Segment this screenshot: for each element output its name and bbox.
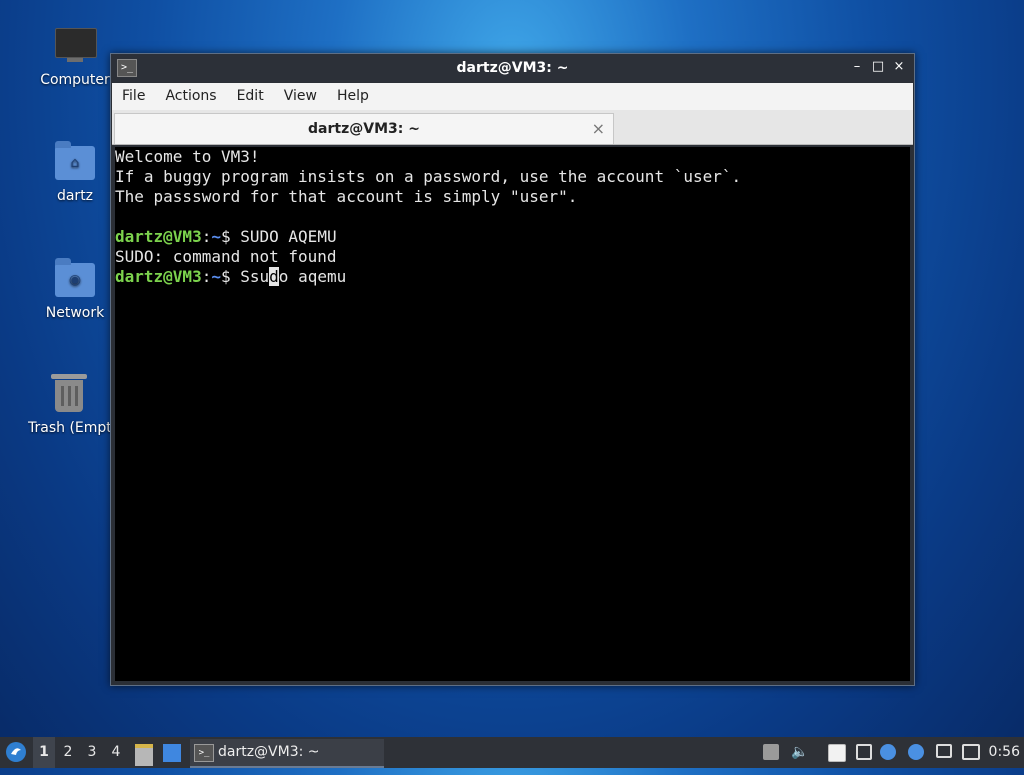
network-wired-icon[interactable] [962,744,980,760]
terminal-line: The passsword for that account is simply… [115,187,578,206]
eject-icon[interactable] [763,744,779,760]
menu-bar: File Actions Edit View Help [112,83,913,110]
file-manager-icon[interactable] [135,744,153,766]
desktop-icon-network[interactable]: ◉ Network [27,257,123,321]
terminal-window: >_ dartz@VM3: ~ – □ × File Actions Edit Vie… [110,53,915,686]
prompt-separator: : [201,267,212,286]
prompt-path: ~ [211,227,221,246]
computer-icon [53,24,97,68]
desktop-icon-label: Trash (Empty) [28,420,117,436]
menu-help[interactable]: Help [327,83,379,110]
taskbar-window-label: dartz@VM3: ~ [218,744,320,760]
start-menu-icon[interactable] [4,737,28,768]
workspace-1[interactable]: 1 [33,737,55,768]
workspace-4[interactable]: 4 [105,737,127,768]
command-text: Ssu [240,267,270,286]
menu-view[interactable]: View [274,83,327,110]
tab-label: dartz@VM3: ~ [308,121,420,137]
close-button[interactable]: × [891,59,907,75]
maximize-button[interactable]: □ [870,59,886,75]
desktop-icon-label: Computer [40,72,110,88]
text-cursor: d [269,267,279,286]
menu-actions[interactable]: Actions [155,83,226,110]
terminal-line: Welcome to VM3! [115,147,260,166]
menu-edit[interactable]: Edit [227,83,274,110]
update-notification-icon[interactable] [880,744,896,760]
taskbar: 1 2 3 4 >_ dartz@VM3: ~ 🔈 0:56 [0,737,1024,768]
tab-close-icon[interactable]: × [592,119,605,138]
menu-file[interactable]: File [112,83,155,110]
volume-icon[interactable]: 🔈 [791,744,808,760]
show-desktop-icon[interactable] [163,744,181,762]
desktop-icon-trash[interactable]: Trash (Empty) [20,372,117,436]
command-text: SUDO AQEMU [240,227,337,246]
terminal-line: If a buggy program insists on a password… [115,167,742,186]
prompt-separator: : [201,227,212,246]
prompt-path: ~ [211,267,221,286]
clipboard-icon[interactable] [828,744,846,762]
desktop-icon-computer[interactable]: Computer [27,24,123,88]
clock[interactable]: 0:56 [989,737,1020,768]
desktop-icon-label: Network [45,305,105,321]
prompt-user: dartz@VM3 [115,267,202,286]
desktop-icon-home[interactable]: ⌂ dartz [27,140,123,204]
taskbar-window-button[interactable]: >_ dartz@VM3: ~ [190,739,384,768]
workspace-3[interactable]: 3 [81,737,103,768]
minimize-button[interactable]: – [849,59,865,75]
workspace-2[interactable]: 2 [57,737,79,768]
terminal-line: SUDO: command not found [115,247,337,266]
alert-notification-icon[interactable] [908,744,924,760]
prompt-dollar: $ [220,267,241,286]
desktop-icon-label: dartz [56,188,94,204]
trash-icon [47,372,91,416]
display-icon[interactable] [936,744,952,758]
terminal-line: dartz@VM3:~$ Ssudo aqemu [115,267,910,287]
prompt-user: dartz@VM3 [115,227,202,246]
terminal-output[interactable]: Welcome to VM3! If a buggy program insis… [115,147,910,681]
terminal-line: dartz@VM3:~$ SUDO AQEMU [115,227,910,247]
network-icon[interactable] [856,744,872,760]
window-titlebar[interactable]: >_ dartz@VM3: ~ – □ × [111,54,914,82]
command-text: o aqemu [278,267,347,286]
home-folder-icon: ⌂ [53,140,97,184]
prompt-dollar: $ [220,227,241,246]
terminal-tab[interactable]: dartz@VM3: ~ × [114,113,614,144]
tab-strip: dartz@VM3: ~ × [112,110,913,145]
network-folder-icon: ◉ [53,257,97,301]
terminal-icon: >_ [194,744,214,762]
window-title: dartz@VM3: ~ [456,60,569,76]
